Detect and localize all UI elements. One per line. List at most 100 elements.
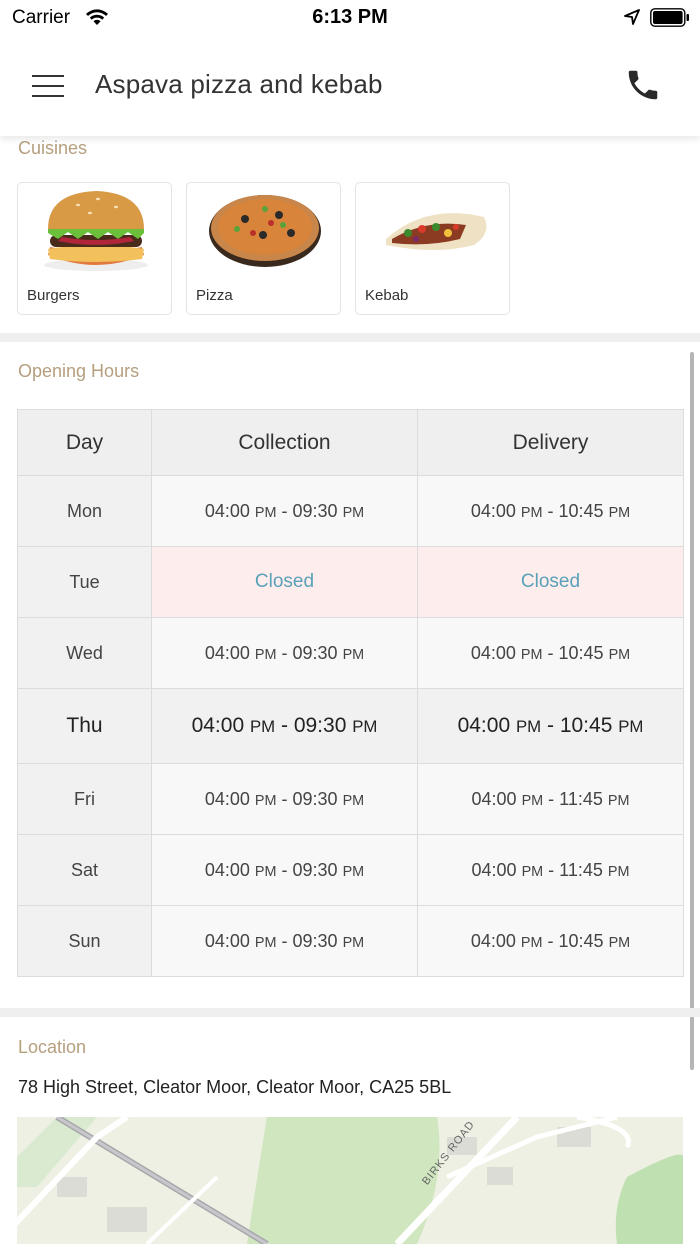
address-text: 78 High Street, Cleator Moor, Cleator Mo… <box>18 1077 452 1097</box>
ampm: PM <box>342 504 365 521</box>
section-divider <box>0 333 700 342</box>
table-row: Mon 04:00 PM - 09:30 PM 04:00 PM - 10:45… <box>17 475 684 547</box>
kebab-image <box>386 213 487 250</box>
ampm: PM <box>254 863 277 880</box>
collection-hours-cell: 04:00 PM - 09:30 PM <box>151 688 418 764</box>
time-from: 04:00 <box>470 930 516 951</box>
ampm: PM <box>521 792 544 809</box>
delivery-hours-cell: 04:00 PM - 10:45 PM <box>417 617 684 689</box>
time-from: 04:00 <box>470 500 516 521</box>
pizza-image <box>209 195 321 267</box>
table-row: Wed 04:00 PM - 09:30 PM 04:00 PM - 10:45… <box>17 617 684 689</box>
day-cell: Mon <box>17 475 152 547</box>
time-to: 11:45 <box>559 788 603 809</box>
time-to: 09:30 <box>292 642 338 663</box>
phone-icon <box>628 70 658 100</box>
battery-icon <box>650 8 689 27</box>
section-divider <box>0 1008 700 1017</box>
status-time: 6:13 PM <box>312 6 388 28</box>
time-from: 04:00 <box>204 859 250 880</box>
cuisine-card-kebab[interactable]: Kebab <box>355 182 510 315</box>
ampm: PM <box>254 504 277 521</box>
time-to: 09:30 <box>293 714 347 737</box>
time-from: 04:00 <box>470 642 516 663</box>
time-to: 11:45 <box>559 859 603 880</box>
hamburger-menu-icon <box>32 75 64 77</box>
status-bar: Carrier 6:13 PM <box>0 0 700 36</box>
cuisine-label: Burgers <box>27 287 80 304</box>
hamburger-menu-icon-bar <box>32 95 64 97</box>
ampm: PM <box>342 646 365 663</box>
collection-closed-cell: Closed <box>151 546 418 618</box>
hamburger-menu-icon-bar <box>32 85 64 87</box>
time-from: 04:00 <box>471 788 517 809</box>
day-cell: Tue <box>17 546 152 618</box>
time-to: 09:30 <box>292 500 338 521</box>
cuisine-card-pizza[interactable]: Pizza <box>186 182 341 315</box>
time-to: 10:45 <box>559 714 613 737</box>
table-row-today: Thu 04:00 PM - 09:30 PM 04:00 PM - 10:45… <box>17 688 684 764</box>
cuisine-card-burgers[interactable]: Burgers <box>17 182 172 315</box>
map-image <box>17 1117 683 1244</box>
ampm: PM <box>608 646 631 663</box>
ampm: PM <box>520 934 543 951</box>
ampm: PM <box>342 792 365 809</box>
ampm: PM <box>254 792 277 809</box>
page-title: Aspava pizza and kebab <box>95 69 383 99</box>
call-button[interactable] <box>624 66 664 106</box>
ampm: PM <box>254 646 277 663</box>
collection-hours-cell: 04:00 PM - 09:30 PM <box>151 763 418 835</box>
ampm: PM <box>521 863 544 880</box>
collection-hours-cell: 04:00 PM - 09:30 PM <box>151 905 418 977</box>
day-cell: Thu <box>17 688 152 764</box>
day-cell: Sun <box>17 905 152 977</box>
table-row: Tue Closed Closed <box>17 546 684 618</box>
menu-button[interactable] <box>26 66 68 106</box>
location-heading: Location <box>18 1037 87 1057</box>
ampm: PM <box>608 934 631 951</box>
time-from: 04:00 <box>204 642 250 663</box>
time-from: 04:00 <box>191 714 245 737</box>
time-to: 09:30 <box>292 788 338 809</box>
table-row: Sat 04:00 PM - 09:30 PM 04:00 PM - 11:45… <box>17 834 684 906</box>
day-cell: Sat <box>17 834 152 906</box>
time-to: 09:30 <box>292 930 338 951</box>
column-header-delivery: Delivery <box>417 409 684 476</box>
cuisine-label: Pizza <box>196 287 233 304</box>
column-header-collection: Collection <box>151 409 418 476</box>
ampm: PM <box>608 504 631 521</box>
delivery-hours-cell: 04:00 PM - 10:45 PM <box>417 688 684 764</box>
delivery-hours-cell: 04:00 PM - 11:45 PM <box>417 834 684 906</box>
time-to: 09:30 <box>292 859 338 880</box>
ampm: PM <box>618 717 644 736</box>
time-to: 10:45 <box>558 500 604 521</box>
table-row: Fri 04:00 PM - 09:30 PM 04:00 PM - 11:45… <box>17 763 684 835</box>
cuisines-heading: Cuisines <box>18 138 88 158</box>
time-from: 04:00 <box>204 930 250 951</box>
time-to: 10:45 <box>558 930 604 951</box>
ampm: PM <box>515 717 542 736</box>
ampm: PM <box>607 863 630 880</box>
cuisine-label: Kebab <box>365 287 409 304</box>
day-cell: Fri <box>17 763 152 835</box>
ampm: PM <box>249 717 276 736</box>
ampm: PM <box>607 792 630 809</box>
opening-hours-heading: Opening Hours <box>18 361 140 381</box>
time-from: 04:00 <box>204 788 250 809</box>
table-header-row: Day Collection Delivery <box>17 409 684 476</box>
time-to: 10:45 <box>558 642 604 663</box>
delivery-closed-cell: Closed <box>417 546 684 618</box>
opening-hours-table: Day Collection Delivery Mon 04:00 PM - 0… <box>17 409 684 977</box>
location-map[interactable] <box>17 1117 683 1244</box>
delivery-hours-cell: 04:00 PM - 11:45 PM <box>417 763 684 835</box>
ampm: PM <box>254 934 277 951</box>
burger-image <box>44 191 148 271</box>
table-row: Sun 04:00 PM - 09:30 PM 04:00 PM - 10:45… <box>17 905 684 977</box>
ampm: PM <box>342 863 365 880</box>
ampm: PM <box>342 934 365 951</box>
time-from: 04:00 <box>471 859 517 880</box>
collection-hours-cell: 04:00 PM - 09:30 PM <box>151 834 418 906</box>
delivery-hours-cell: 04:00 PM - 10:45 PM <box>417 905 684 977</box>
time-from: 04:00 <box>457 714 511 737</box>
scrollbar[interactable] <box>690 352 694 1070</box>
